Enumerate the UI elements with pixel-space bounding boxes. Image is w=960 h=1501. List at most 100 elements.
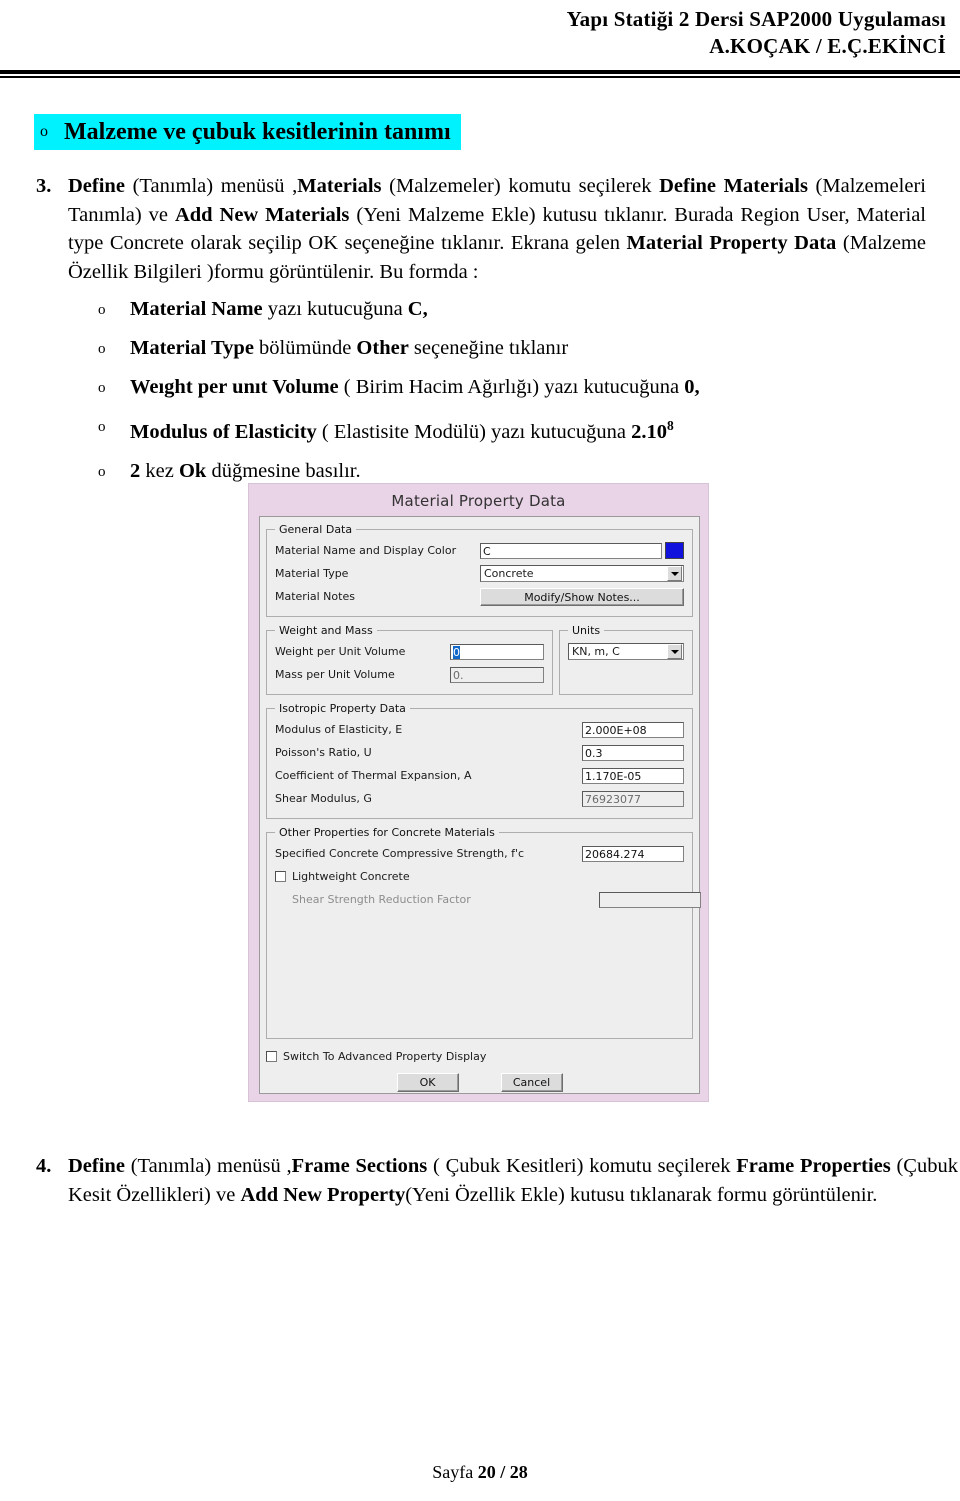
display-color-swatch[interactable] <box>665 542 684 559</box>
shear-modulus-label: Shear Modulus, G <box>275 792 372 805</box>
section-heading: o Malzeme ve çubuk kesitlerinin tanımı <box>34 114 461 150</box>
header-title-line2: A.KOÇAK / E.Ç.EKİNCİ <box>709 34 946 58</box>
concrete-strength-label: Specified Concrete Compressive Strength,… <box>275 847 525 860</box>
heading-bullet-icon: o <box>40 123 48 140</box>
units-legend: Units <box>572 624 601 637</box>
thermal-expansion-label: Coefficient of Thermal Expansion, A <box>275 769 472 782</box>
general-data-legend: General Data <box>279 523 353 536</box>
units-select[interactable]: KN, m, C <box>568 643 684 660</box>
general-data-group: General Data Material Name and Display C… <box>266 523 693 617</box>
material-name-row: Material Name and Display Color C <box>275 540 684 561</box>
list-item: o Modulus of Elasticity ( Elastisite Mod… <box>96 413 960 445</box>
list-item: o Material Type bölümünde Other seçeneği… <box>96 335 960 361</box>
weight-per-unit-volume-label: Weight per Unit Volume <box>275 645 406 658</box>
units-value: KN, m, C <box>572 645 620 658</box>
page-footer: Sayfa 20 / 28 <box>0 1462 960 1483</box>
material-type-row: Material Type Concrete <box>275 563 684 584</box>
bullet-marker-icon: o <box>98 380 106 396</box>
bullet-0-b2: C, <box>407 298 428 320</box>
item-3-number: 3. <box>36 175 52 197</box>
bullet-0-b1: Material Name <box>130 298 263 320</box>
thermal-expansion-input[interactable]: 1.170E-05 <box>582 767 684 784</box>
concrete-strength-input[interactable]: 20684.274 <box>582 845 684 862</box>
cancel-button[interactable]: Cancel <box>500 1073 563 1092</box>
bullet-marker-icon: o <box>98 463 106 480</box>
weight-and-mass-group: Weight and Mass Weight per Unit Volume 0… <box>266 624 553 695</box>
bullet-2-b1: Weıght per unıt Volume <box>130 376 339 398</box>
shear-reduction-input <box>599 891 701 908</box>
list-item: o Weıght per unıt Volume ( Birim Hacim A… <box>96 374 960 400</box>
item3-b3: Define Materials <box>659 175 808 197</box>
item3-b1: Define <box>68 175 125 197</box>
switch-advanced-checkbox[interactable] <box>266 1051 277 1062</box>
units-row: KN, m, C <box>568 641 684 662</box>
bullet-2-t1: ( Birim Hacim Ağırlığı) yazı kutucuğuna <box>338 376 685 398</box>
bullet-1-t2: seçeneğine tıklanır <box>408 337 569 359</box>
header-title-line1: Yapı Statiği 2 Dersi SAP2000 Uygulaması <box>566 7 946 31</box>
item3-b2: Materials <box>297 175 382 197</box>
advanced-display-row: Switch To Advanced Property Display <box>266 1046 693 1067</box>
poissons-ratio-input[interactable]: 0.3 <box>582 744 684 761</box>
footer-page-number: 20 / 28 <box>477 1462 528 1482</box>
bullet-1-t1: bölümünde <box>253 337 357 359</box>
dialog-title: Material Property Data <box>253 488 704 514</box>
bullet-3-sup: 8 <box>666 418 674 433</box>
material-name-input[interactable]: C <box>480 542 662 559</box>
mass-per-unit-volume-input: 0. <box>450 666 544 683</box>
item3-t2: (Malzemeler) komutu seçilerek <box>381 175 660 197</box>
lightweight-concrete-row: Lightweight Concrete <box>275 866 684 887</box>
page-title: Malzeme ve çubuk kesitlerinin tanımı <box>64 119 451 145</box>
document-page: Yapı Statiği 2 Dersi SAP2000 Uygulaması … <box>0 0 960 1501</box>
switch-advanced-label: Switch To Advanced Property Display <box>283 1050 487 1063</box>
modulus-of-elasticity-input[interactable]: 2.000E+08 <box>582 721 684 738</box>
material-type-label: Material Type <box>275 567 349 580</box>
list-item: o 2 kez Ok düğmesine basılır. <box>96 458 960 484</box>
item4-b4: Add New Property <box>240 1183 406 1206</box>
thermal-expansion-row: Coefficient of Thermal Expansion, A 1.17… <box>275 765 684 786</box>
dialog-body: General Data Material Name and Display C… <box>259 516 701 1094</box>
paragraph-item-3: 3. Define (Tanımla) menüsü ,Materials (Ma… <box>34 172 926 286</box>
bullet-0-t1: yazı kutucuğuna <box>262 298 408 320</box>
instruction-bullet-list: o Material Name yazı kutucuğuna C, o Mat… <box>96 296 960 484</box>
bullet-3-b2: 2.10 <box>631 420 667 443</box>
material-type-value: Concrete <box>484 567 534 580</box>
bullet-3-b1: Modulus of Elasticity <box>130 420 317 443</box>
shear-modulus-row: Shear Modulus, G 76923077 <box>275 788 684 809</box>
weight-units-row: Weight and Mass Weight per Unit Volume 0… <box>266 624 693 702</box>
header-divider <box>0 70 960 78</box>
other-properties-legend: Other Properties for Concrete Materials <box>279 826 495 839</box>
list-item: o Material Name yazı kutucuğuna C, <box>96 296 960 322</box>
chevron-down-icon[interactable] <box>667 566 682 581</box>
poissons-ratio-row: Poisson's Ratio, U 0.3 <box>275 742 684 763</box>
paragraph-item-4: 4. Define (Tanımla) menüsü ,Frame Section… <box>34 1152 958 1209</box>
weight-per-unit-volume-input[interactable]: 0 <box>450 643 544 660</box>
bullet-4-b1: 2 <box>130 459 141 482</box>
item4-b3: Frame Properties <box>736 1155 891 1177</box>
item4-t4: (Yeni Özellik Ekle) kutusu tıklanarak fo… <box>405 1183 878 1206</box>
poissons-ratio-label: Poisson's Ratio, U <box>275 746 372 759</box>
chevron-down-icon[interactable] <box>667 644 682 659</box>
weight-value-selected: 0 <box>453 645 460 659</box>
modulus-of-elasticity-label: Modulus of Elasticity, E <box>275 723 403 736</box>
bullet-1-b1: Material Type <box>130 337 254 359</box>
modify-show-notes-button[interactable]: Modify/Show Notes... <box>480 587 684 606</box>
lightweight-concrete-checkbox[interactable] <box>275 871 286 882</box>
material-type-select[interactable]: Concrete <box>480 565 684 582</box>
weight-and-mass-legend: Weight and Mass <box>279 624 373 637</box>
bullet-marker-icon: o <box>98 302 106 318</box>
dialog-buttons-row: OK Cancel <box>266 1072 693 1093</box>
item3-t1: (Tanımla) menüsü , <box>124 175 298 197</box>
isotropic-legend: Isotropic Property Data <box>279 702 406 715</box>
other-properties-group: Other Properties for Concrete Materials … <box>266 826 701 1039</box>
bullet-4-b2: Ok <box>178 459 207 482</box>
ok-button[interactable]: OK <box>396 1073 459 1092</box>
bullet-2-b2: 0, <box>684 376 700 398</box>
item3-b5: Material Property Data <box>626 232 837 254</box>
material-notes-label: Material Notes <box>275 590 355 603</box>
bullet-4-t2: düğmesine basılır. <box>206 459 361 482</box>
bullet-4-t1: kez <box>140 459 179 482</box>
item4-b1: Define <box>68 1155 125 1177</box>
shear-reduction-row: Shear Strength Reduction Factor <box>275 889 701 910</box>
isotropic-property-data-group: Isotropic Property Data Modulus of Elast… <box>266 702 693 819</box>
material-property-data-dialog: Material Property Data General Data Mate… <box>248 483 709 1102</box>
